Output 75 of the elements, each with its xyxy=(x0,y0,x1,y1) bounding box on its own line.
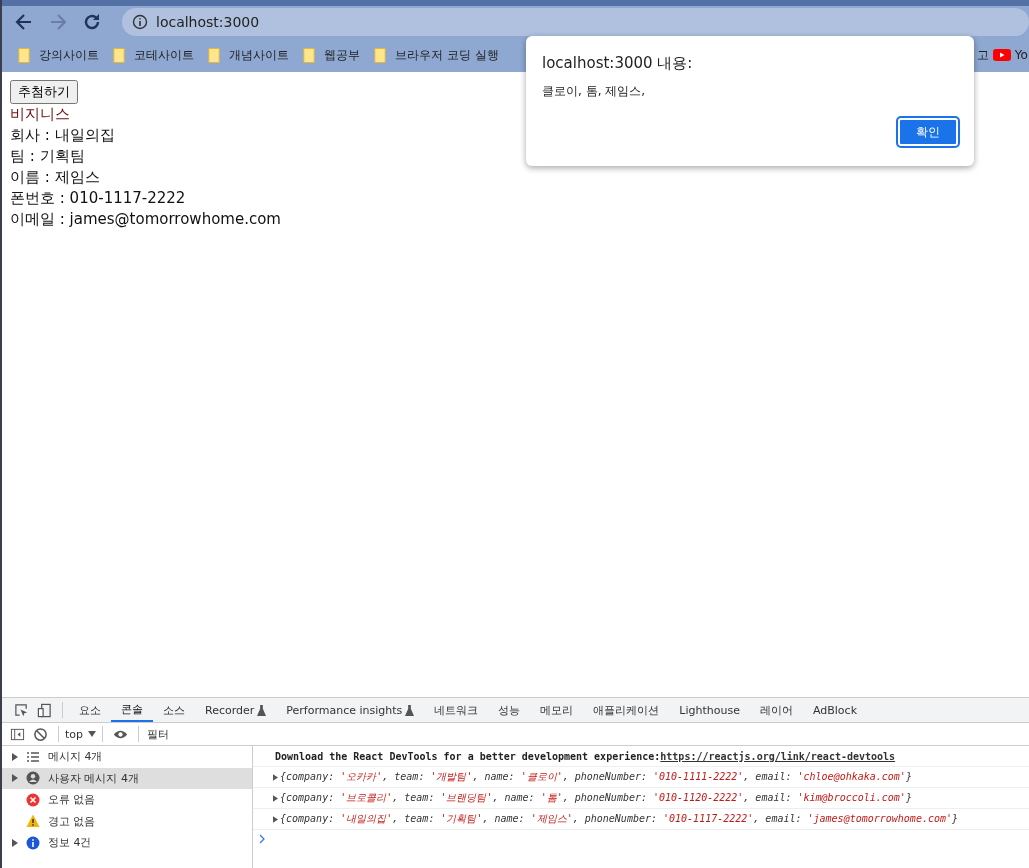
bookmark[interactable]: 브라우저 코딩 실행 xyxy=(374,46,499,64)
sidebar-label: 정보 4건 xyxy=(48,835,92,851)
flask-icon xyxy=(257,704,267,716)
sidebar-label: 메시지 4개 xyxy=(48,749,103,765)
draw-button[interactable]: 추첨하기 xyxy=(10,80,78,104)
devtools-tab[interactable]: 네트워크 xyxy=(424,698,489,722)
info-line: 이메일 : james@tomorrowhome.com xyxy=(10,209,281,230)
sidebar-item[interactable]: 오류 없음 xyxy=(2,789,252,811)
sidebar-item[interactable]: 정보 4건 xyxy=(2,832,252,854)
devtools-tab[interactable]: 애플리케이션 xyxy=(583,698,670,722)
folder-icon xyxy=(18,47,30,63)
devtools-tab[interactable]: AdBlock xyxy=(802,698,867,722)
devtools-tab[interactable]: 레이어 xyxy=(749,698,803,722)
error-icon xyxy=(26,792,40,807)
back-icon[interactable] xyxy=(14,12,34,32)
log-object: {company: '브로콜리', team: '브랜딩팀', name: '톰', phoneNumber: '010-1120-2222', email: 'kim@broccoli.com'} xyxy=(280,791,912,805)
expand-arrow-icon[interactable] xyxy=(273,794,278,802)
devtools-tab[interactable]: 소스 xyxy=(153,698,195,722)
dialog-title: localhost:3000 내용: xyxy=(542,54,694,73)
log-object: {company: '오카카', team: '개발팀', name: '클로이', phoneNumber: '010-1111-2222', email: 'chloe@ohkaka.com'} xyxy=(280,770,912,784)
folder-icon xyxy=(113,47,125,63)
expand-arrow-icon[interactable] xyxy=(12,774,18,783)
url-text: localhost:3000 xyxy=(156,14,260,30)
devtools-tab[interactable]: Performance insights xyxy=(276,698,425,722)
dialog-message: 클로이, 톰, 제임스, xyxy=(542,83,647,100)
bookmark[interactable]: 강의사이트 xyxy=(18,46,99,64)
bookmark[interactable]: 코테사이트 xyxy=(113,46,194,64)
expand-arrow-icon[interactable] xyxy=(12,838,18,847)
expand-arrow-icon[interactable] xyxy=(273,815,278,823)
play-icon xyxy=(992,49,1011,61)
info-line: 회사 : 내일의집 xyxy=(10,125,115,146)
inspect-icon[interactable] xyxy=(14,702,29,718)
category-heading: 비지니스 xyxy=(10,104,71,125)
clear-icon[interactable] xyxy=(33,726,48,742)
devtools-link[interactable]: https://reactjs.org/link/react-devtools xyxy=(660,750,896,762)
expand-arrow-icon[interactable] xyxy=(12,752,18,761)
prompt-icon[interactable] xyxy=(259,834,265,844)
device-icon[interactable] xyxy=(37,702,52,718)
ok-button[interactable]: 확인 xyxy=(898,118,958,146)
dropdown-caret-icon xyxy=(88,731,97,737)
sidebar-label: 경고 없음 xyxy=(48,813,96,829)
sidebar-item[interactable]: 메시지 4개 xyxy=(2,746,252,768)
folder-icon xyxy=(374,47,386,63)
log-object: {company: '내일의집', team: '기획팀', name: '제임스', phoneNumber: '010-1117-2222', email: 'james@tomorrowhome.com'} xyxy=(280,812,959,826)
bookmark[interactable]: 웹공부 xyxy=(303,46,360,64)
devtools-tab[interactable]: 요소 xyxy=(69,698,111,722)
user-icon xyxy=(26,771,40,786)
sidebar-item[interactable]: 경고 없음 xyxy=(2,810,252,832)
bookmark[interactable]: Yo xyxy=(992,48,1028,62)
folder-icon xyxy=(303,47,315,63)
sidebar-label: 오류 없음 xyxy=(48,792,96,808)
sidebar-label: 사용자 메시지 4개 xyxy=(48,770,139,786)
info-line: 이름 : 제임스 xyxy=(10,167,100,188)
sidebar-item[interactable]: 사용자 메시지 4개 xyxy=(2,767,252,789)
info-icon xyxy=(26,835,40,850)
folder-icon xyxy=(208,47,220,63)
flask-icon xyxy=(405,704,415,716)
context-dropdown[interactable]: top xyxy=(65,727,97,741)
devtools-tab[interactable]: 성능 xyxy=(488,698,531,722)
devtools-tab[interactable]: 메모리 xyxy=(530,698,584,722)
devtools-tab[interactable]: Lighthouse xyxy=(669,698,750,722)
address-bar[interactable]: localhost:3000 xyxy=(122,8,1029,36)
info-line: 폰번호 : 010-1117-2222 xyxy=(10,188,186,209)
log-message: Download the React DevTools for a better development experience: xyxy=(275,750,661,762)
bookmark[interactable]: 개념사이트 xyxy=(208,46,289,64)
devtools-tab[interactable]: Recorder xyxy=(195,698,277,722)
expand-arrow-icon[interactable] xyxy=(273,773,278,781)
info-icon xyxy=(132,14,148,30)
info-line: 팀 : 기획팀 xyxy=(10,146,85,167)
devtools-tab[interactable]: 콘솔 xyxy=(111,698,153,722)
reload-icon[interactable] xyxy=(82,12,102,32)
list-icon xyxy=(26,749,40,764)
bookmark[interactable]: 고 xyxy=(976,46,989,64)
warning-icon xyxy=(26,814,40,829)
sidebar-toggle-icon[interactable] xyxy=(10,726,25,742)
